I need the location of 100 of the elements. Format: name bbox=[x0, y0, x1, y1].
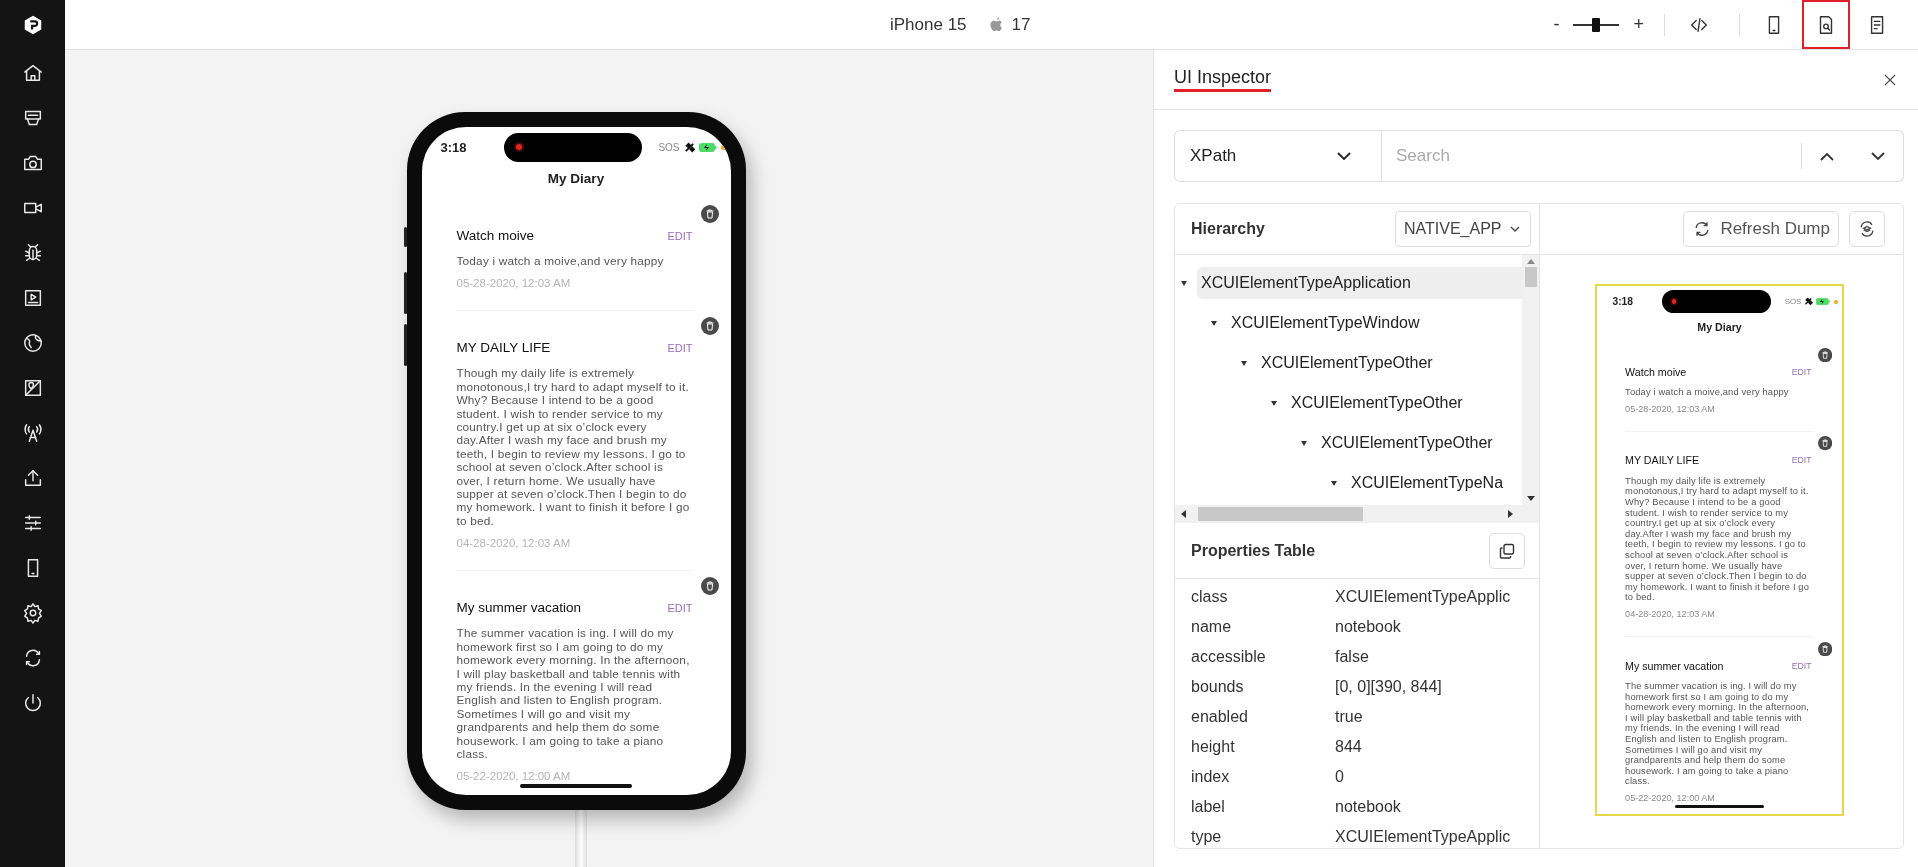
expand-icon[interactable] bbox=[1211, 320, 1217, 326]
hierarchy-heading: Hierarchy bbox=[1191, 220, 1265, 238]
globe-icon[interactable] bbox=[21, 331, 44, 354]
entry-text: Today i watch a moive,and very happy bbox=[1625, 387, 1790, 398]
expand-icon[interactable] bbox=[1271, 400, 1277, 406]
property-value: notebook bbox=[1335, 618, 1401, 636]
scroll-thumb[interactable] bbox=[1524, 267, 1537, 287]
property-value: XCUIElementTypeApplic bbox=[1335, 828, 1511, 846]
entry-title: MY DAILY LIFE bbox=[1625, 454, 1700, 467]
trash-icon[interactable] bbox=[700, 317, 719, 336]
refresh-dump-button[interactable]: Refresh Dump bbox=[1683, 211, 1839, 247]
status-time: 3:18 bbox=[1611, 296, 1634, 308]
edit-label: EDIT bbox=[1791, 455, 1812, 466]
property-name: name bbox=[1190, 618, 1233, 636]
status-text: SOS bbox=[1784, 297, 1802, 307]
entry-text: The summer vacation is ing. I will do my homework first so I am going to do my homework every morning. In the afternoon, I will play basketball and table tennis with my friends. In the evening I will read English and listen to English program. Sometimes I will go and visit my grandparents and help them do some housework. I am going to take a piano class. bbox=[1625, 681, 1811, 788]
entry-text: Though my daily life is extremely monotonous,I try hard to adapt myself to it. Why? Because I intend to be a good student. I wish to render service to my country.I get up at six o’clock every day.After I wash my face and brush my teeth, I begin to review my lessons. I go to school at seven o’clock.After school is over, I return home. We usually have supper at seven o’clock.Then I begin to do my homework. I want to finish it before I go to bed. bbox=[456, 367, 691, 529]
trash-icon bbox=[1817, 436, 1833, 451]
edit-label: EDIT bbox=[1791, 366, 1812, 377]
tree-item[interactable]: XCUIElementTypeApplication bbox=[1197, 267, 1522, 299]
chevron-down-icon bbox=[1337, 151, 1351, 161]
entry-date: 04-28-2020, 12:03 AM bbox=[456, 536, 572, 551]
expand-icon[interactable] bbox=[1181, 280, 1187, 286]
edit-label: EDIT bbox=[1791, 660, 1812, 671]
satellite-icon bbox=[683, 141, 695, 153]
property-name: bounds bbox=[1190, 678, 1245, 696]
trash-icon bbox=[1817, 347, 1833, 362]
entry-title: MY DAILY LIFE bbox=[456, 340, 551, 356]
panel-title: UI Inspector bbox=[1174, 67, 1272, 92]
app-title: My Diary bbox=[1696, 319, 1743, 335]
scroll-down-icon[interactable] bbox=[1526, 496, 1535, 501]
tree-item[interactable]: XCUIElementTypeOther bbox=[1317, 427, 1522, 459]
expand-icon[interactable] bbox=[1331, 480, 1337, 486]
privacy-dot bbox=[1833, 299, 1838, 304]
tree-item[interactable]: XCUIElementTypeOther bbox=[1287, 387, 1522, 419]
status-text: SOS bbox=[658, 141, 680, 153]
trash-icon[interactable] bbox=[700, 577, 719, 596]
context-dropdown[interactable]: NATIVE_APP bbox=[1395, 211, 1531, 247]
entry-date: 05-28-2020, 12:03 AM bbox=[456, 276, 572, 291]
close-icon[interactable] bbox=[1884, 73, 1896, 86]
zoom-in-button[interactable]: + bbox=[1627, 14, 1650, 35]
search-field[interactable]: Search bbox=[1382, 130, 1801, 182]
slider-thumb[interactable] bbox=[1592, 17, 1601, 32]
copy-button[interactable] bbox=[1489, 532, 1525, 569]
property-value: 844 bbox=[1335, 738, 1362, 756]
edit-link[interactable]: EDIT bbox=[667, 341, 693, 354]
edit-link[interactable]: EDIT bbox=[667, 229, 693, 242]
privacy-dot bbox=[720, 144, 726, 150]
expand-icon[interactable] bbox=[1301, 440, 1307, 446]
property-name: enabled bbox=[1190, 708, 1249, 726]
entry-date: 04-28-2020, 12:03 AM bbox=[1625, 609, 1716, 621]
vertical-scrollbar[interactable] bbox=[1522, 255, 1539, 505]
locator-dropdown[interactable]: XPath bbox=[1174, 130, 1382, 182]
property-value: true bbox=[1335, 708, 1363, 726]
property-name: index bbox=[1190, 768, 1231, 786]
battery-icon bbox=[1816, 298, 1831, 306]
property-name: height bbox=[1190, 738, 1236, 756]
screenshot-sync-button[interactable] bbox=[1849, 211, 1885, 247]
os-version: 17 bbox=[1011, 14, 1031, 35]
entry-title: My summer vacation bbox=[456, 600, 582, 616]
property-value: [0, 0][390, 844] bbox=[1335, 678, 1442, 696]
chevron-down-icon bbox=[1510, 226, 1520, 232]
cable bbox=[575, 810, 587, 867]
satellite-icon bbox=[1804, 297, 1814, 307]
property-name: type bbox=[1190, 828, 1223, 846]
zoom-out-button[interactable]: - bbox=[1547, 14, 1566, 35]
scroll-up-icon[interactable] bbox=[1526, 259, 1535, 264]
scroll-left-icon[interactable] bbox=[1181, 510, 1186, 518]
property-name: label bbox=[1190, 798, 1226, 816]
previous-match-icon[interactable] bbox=[1819, 151, 1834, 161]
device-name: iPhone 15 bbox=[890, 14, 967, 35]
expand-icon[interactable] bbox=[1241, 360, 1247, 366]
tree-item[interactable]: XCUIElementTypeWindow bbox=[1227, 307, 1522, 339]
tree-item[interactable]: XCUIElementTypeNa bbox=[1347, 467, 1522, 499]
entry-date: 05-22-2020, 12:00 AM bbox=[1625, 793, 1716, 805]
apple-icon bbox=[988, 16, 1004, 33]
property-name: class bbox=[1190, 588, 1229, 606]
property-value: false bbox=[1335, 648, 1369, 666]
next-match-icon[interactable] bbox=[1870, 151, 1885, 161]
battery-icon bbox=[698, 142, 717, 152]
trash-icon[interactable] bbox=[700, 205, 719, 223]
entry-date: 05-28-2020, 12:03 AM bbox=[1625, 404, 1716, 416]
scroll-thumb[interactable] bbox=[1198, 507, 1363, 521]
entry-title: Watch moive bbox=[1625, 365, 1687, 378]
property-name: accessible bbox=[1190, 648, 1267, 666]
properties-heading: Properties Table bbox=[1191, 541, 1316, 560]
inspect-document-button[interactable] bbox=[1802, 0, 1850, 49]
entry-title: Watch moive bbox=[456, 228, 535, 243]
settings-icon[interactable] bbox=[21, 601, 44, 624]
scroll-right-icon[interactable] bbox=[1508, 510, 1513, 518]
antenna-icon[interactable] bbox=[21, 421, 44, 444]
tree-item[interactable]: XCUIElementTypeOther bbox=[1257, 347, 1522, 379]
entry-date: 05-22-2020, 12:00 AM bbox=[456, 769, 572, 784]
horizontal-scrollbar[interactable] bbox=[1175, 505, 1539, 523]
edit-link[interactable]: EDIT bbox=[667, 601, 693, 614]
property-value: notebook bbox=[1335, 798, 1401, 816]
entry-title: My summer vacation bbox=[1625, 659, 1724, 672]
status-time: 3:18 bbox=[439, 139, 468, 155]
entry-text: Today i watch a moive,and very happy bbox=[456, 255, 665, 269]
entry-text: Though my daily life is extremely monotonous,I try hard to adapt myself to it. Why? Because I intend to be a good student. I wish to render service to my country.I get up at six o’clock every day.After I wash my face and brush my teeth, I begin to review my lessons. I go to school at seven o’clock.After school is over, I return home. We usually have supper at seven o’clock.Then I begin to do my homework. I want to finish it before I go to bed. bbox=[1625, 475, 1811, 603]
